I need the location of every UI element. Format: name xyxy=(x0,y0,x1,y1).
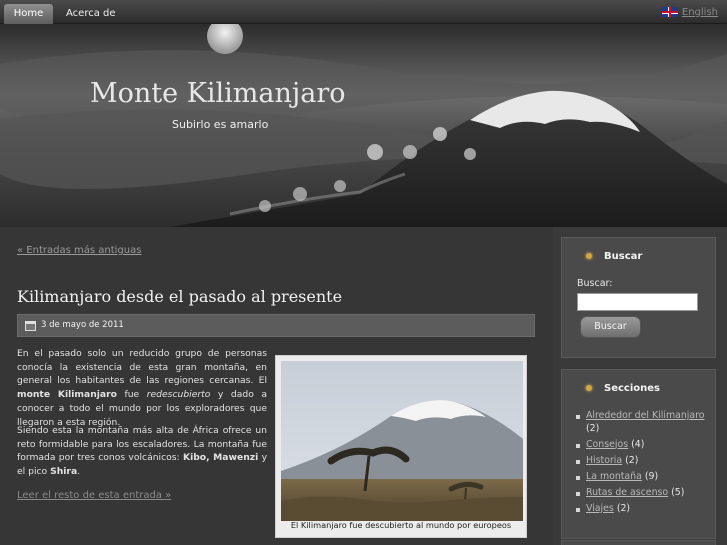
sidebar: Buscar Buscar: Buscar Secciones Alrededo… xyxy=(553,227,727,545)
sections-widget-title: Secciones xyxy=(604,383,660,394)
sections-widget: Secciones Alrededor del Kilimanjaro (2) … xyxy=(561,369,716,539)
search-widget-title: Buscar xyxy=(604,251,643,262)
kilimanjaro-photo xyxy=(281,361,523,521)
search-widget: Buscar Buscar: Buscar xyxy=(561,237,716,358)
section-link-historia[interactable]: Historia xyxy=(586,455,622,466)
p2-text-c: . xyxy=(77,466,81,478)
read-more-link[interactable]: Leer el resto de esta entrada » xyxy=(17,490,171,501)
main-content: « Entradas más antiguas Kilimanjaro desd… xyxy=(0,227,553,545)
p1-text-b: fue xyxy=(116,389,147,401)
post-date: 3 de mayo de 2011 xyxy=(41,320,124,330)
section-link-alrededor[interactable]: Alrededor del Kilimanjaro xyxy=(586,410,705,421)
p1-italic-redescubierto: redescubierto xyxy=(146,389,211,401)
post-paragraph-1: En el pasado solo un reducido grupo de p… xyxy=(17,347,267,429)
post-paragraph-2: Siendo esta la montaña más alta de Áfric… xyxy=(17,424,267,479)
list-item: Historia (2) xyxy=(576,455,711,468)
older-entries-link[interactable]: « Entradas más antiguas xyxy=(17,245,141,256)
section-count: (5) xyxy=(671,486,685,498)
p2-bold-shira: Shira xyxy=(50,466,78,478)
list-item: Alrededor del Kilimanjaro (2) xyxy=(576,410,711,435)
section-count: (2) xyxy=(625,454,639,466)
image-caption: El Kilimanjaro fue descubierto al mundo … xyxy=(290,520,512,530)
search-label: Buscar: xyxy=(577,278,613,289)
sections-list: Alrededor del Kilimanjaro (2) Consejos (… xyxy=(576,410,711,519)
list-item: Rutas de ascenso (5) xyxy=(576,487,711,500)
list-item: Consejos (4) xyxy=(576,439,711,452)
section-link-consejos[interactable]: Consejos xyxy=(586,439,628,450)
header-banner: Monte Kilimanjaro Subirlo es amarlo xyxy=(0,24,727,227)
language-link[interactable]: English xyxy=(682,7,718,18)
post-image-figure: El Kilimanjaro fue descubierto al mundo … xyxy=(275,355,527,538)
nav-about-tab[interactable]: Acerca de xyxy=(66,4,116,24)
calendar-icon xyxy=(25,321,36,331)
list-item: La montaña (9) xyxy=(576,471,711,484)
p2-bold-kibo-mawenzi: Kibo, Mawenzi xyxy=(182,452,259,464)
search-button[interactable]: Buscar xyxy=(580,316,641,338)
language-switch[interactable]: English xyxy=(661,4,718,20)
section-link-viajes[interactable]: Viajes xyxy=(586,503,614,514)
site-tagline: Subirlo es amarlo xyxy=(172,118,269,131)
section-link-la-montana[interactable]: La montaña xyxy=(586,471,642,482)
site-title[interactable]: Monte Kilimanjaro xyxy=(90,78,346,109)
section-count: (4) xyxy=(631,438,645,450)
next-widget-partial xyxy=(561,540,716,545)
list-item: Viajes (2) xyxy=(576,503,711,516)
section-count: (2) xyxy=(616,502,631,514)
post-title[interactable]: Kilimanjaro desde el pasado al presente xyxy=(17,287,342,306)
nav-home-tab[interactable]: Home xyxy=(4,4,53,24)
section-link-rutas[interactable]: Rutas de ascenso xyxy=(586,487,668,498)
widget-bullet-icon xyxy=(584,383,594,393)
section-count: (2) xyxy=(586,422,600,434)
p1-bold-monte: monte Kilimanjaro xyxy=(17,389,117,401)
kilimanjaro-banner-illustration xyxy=(0,24,727,227)
widget-bullet-icon xyxy=(584,251,594,261)
search-input[interactable] xyxy=(577,293,698,311)
p1-text-a: En el pasado solo un reducido grupo de p… xyxy=(17,348,267,387)
post-meta-bar: 3 de mayo de 2011 xyxy=(17,314,535,337)
uk-flag-icon xyxy=(661,7,678,17)
section-count: (9) xyxy=(644,470,659,482)
top-nav: Home Acerca de English xyxy=(0,0,727,24)
